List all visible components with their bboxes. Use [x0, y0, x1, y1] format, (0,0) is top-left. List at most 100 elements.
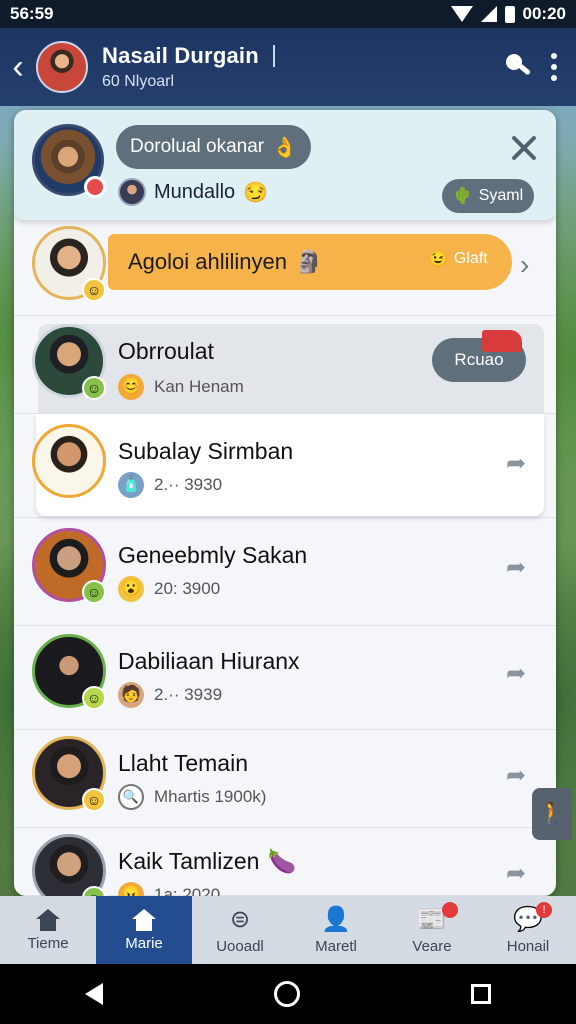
row-name: Llaht Temain — [118, 750, 248, 776]
cactus-icon: 🌵 — [452, 188, 473, 205]
status-time-right: 00:20 — [522, 4, 566, 23]
list-item[interactable]: ☺ Kaik Tamlizen 🍆 😠 1a: 2020 ➦ — [14, 828, 556, 896]
row-name: Geneebmly Sakan — [118, 542, 308, 568]
emoji-badge-icon: ☺ — [82, 376, 106, 400]
notification-bubble: Dorolual okanar 👌 — [116, 125, 312, 169]
list-item[interactable]: ☺ Llaht Temain 🔍 Mhartis 1900k) ➦ — [14, 730, 556, 828]
nav-item-active[interactable]: Marie — [96, 896, 192, 964]
list-item[interactable]: ☺ Obrroulat 😊 Kan Henam Rcuao — [14, 316, 556, 420]
notification-card[interactable]: Dorolual okanar 👌 Mundallo 😏 🌵 Syaml — [14, 110, 556, 220]
bottle-emoji-icon: 🧴 — [118, 472, 144, 498]
smirk-emoji-icon: 😏 — [243, 181, 269, 204]
share-arrow-icon[interactable]: ➦ — [506, 764, 532, 788]
notification-user: Mundallo 😏 — [118, 178, 268, 206]
signal-icon — [480, 6, 497, 22]
nav-label: Tieme — [27, 934, 69, 952]
bottom-nav: Tieme Marie ⊜ Uooadl 👤 Maretl 📰 Veare 💬 … — [0, 896, 576, 964]
list-item[interactable]: ☺ Dabiliaan Hiuranx 🧑 2.·· 3939 ➦ — [14, 626, 556, 730]
row-subtitle: 😊 Kan Henam — [118, 374, 244, 400]
recents-square-icon[interactable] — [470, 984, 491, 1004]
flag-icon — [482, 330, 522, 352]
search-icon[interactable] — [502, 52, 532, 82]
home-icon — [36, 908, 60, 931]
emoji-badge-icon: ☺ — [82, 788, 106, 812]
currency-icon: ⊜ — [229, 906, 251, 933]
chevron-left-icon: ‹ — [12, 47, 24, 86]
share-arrow-icon[interactable]: ➦ — [506, 556, 532, 580]
header-actions — [502, 52, 576, 82]
smile-emoji-icon: 😊 — [118, 374, 144, 400]
notification-bubble-text: Dorolual okanar — [130, 136, 265, 157]
header-title: Nasail Durgain — [102, 43, 259, 68]
walking-person-icon: 🚶 — [538, 801, 566, 826]
list-item[interactable]: ☺ Agoloi ahlilinyen 🗿 😉 Glaft › — [14, 220, 556, 316]
wink-emoji-icon: 😉 — [428, 251, 448, 268]
row-name: Subalay Sirmban — [118, 438, 294, 464]
share-arrow-icon[interactable]: ➦ — [506, 862, 532, 886]
row-subtitle: 🧑 2.·· 3939 — [118, 682, 222, 708]
app-header: ‹ Nasail Durgain 60 Nlyoarl — [0, 28, 576, 106]
row-name: Dabiliaan Hiuranx — [118, 648, 300, 674]
surprised-emoji-icon: 😮 — [118, 576, 144, 602]
notification-action-label: Syaml — [478, 187, 524, 204]
header-avatar[interactable] — [36, 41, 88, 93]
nav-item-profile[interactable]: 👤 Maretl — [288, 896, 384, 964]
person-emoji-icon: 🧑 — [118, 682, 144, 708]
row-subtitle-text: Mhartis 1900k) — [154, 787, 267, 806]
share-arrow-icon[interactable]: ➦ — [506, 662, 532, 686]
highlight-badge-text: Glaft — [453, 250, 488, 267]
battery-icon — [504, 5, 515, 23]
nav-item-news[interactable]: 📰 Veare — [384, 896, 480, 964]
home-icon — [132, 908, 156, 931]
nav-label: Uooadl — [216, 937, 264, 955]
chevron-right-icon[interactable]: › — [520, 250, 540, 280]
avatar — [32, 424, 106, 498]
chat-list-panel: Dorolual okanar 👌 Mundallo 😏 🌵 Syaml ☺ A… — [14, 110, 556, 896]
notification-action-button[interactable]: 🌵 Syaml — [442, 179, 534, 213]
row-subtitle: 🧴 2.·· 3930 — [118, 472, 222, 498]
home-circle-icon[interactable] — [273, 981, 300, 1007]
nav-item-home[interactable]: Tieme — [0, 896, 96, 964]
nav-label: Marie — [125, 934, 163, 952]
row-subtitle-text: 2.·· 3930 — [154, 475, 223, 494]
nav-label: Honail — [506, 937, 550, 955]
header-subtitle: 60 Nlyoarl — [102, 73, 175, 90]
share-arrow-icon[interactable]: ➦ — [506, 452, 532, 476]
row-name: Kaik Tamlizen — [118, 848, 260, 874]
emoji-badge-icon: ☺ — [82, 686, 106, 710]
nav-label: Veare — [412, 937, 452, 955]
row-name: Agoloi ahlilinyen — [128, 249, 287, 274]
notification-dot-icon — [442, 902, 458, 918]
wifi-icon — [450, 6, 473, 22]
eggplant-emoji-icon: 🍆 — [267, 848, 297, 874]
close-icon[interactable] — [508, 132, 540, 164]
row-subtitle: 😠 1a: 2020 — [118, 882, 220, 896]
magnifier-emoji-icon: 🔍 — [118, 784, 144, 810]
avatar-badge-icon — [84, 176, 106, 198]
row-subtitle-text: 20: 3900 — [154, 579, 221, 598]
back-triangle-icon[interactable] — [85, 983, 104, 1005]
list-item[interactable]: Subalay Sirmban 🧴 2.·· 3930 ➦ — [14, 414, 556, 518]
notification-user-name: Mundallo — [154, 180, 236, 203]
alert-badge-icon: ! — [536, 902, 552, 918]
nav-item-chat[interactable]: 💬 ! Honail — [480, 896, 576, 964]
nav-label: Maretl — [315, 937, 357, 955]
list-item[interactable]: ☺ Geneebmly Sakan 😮 20: 3900 ➦ — [14, 518, 556, 626]
more-vertical-icon[interactable] — [550, 53, 558, 81]
row-subtitle-text: 1a: 2020 — [154, 885, 221, 896]
person-icon: 👤 — [321, 906, 351, 933]
status-icons: 00:20 — [450, 4, 566, 24]
side-tab[interactable]: 🚶 — [532, 788, 572, 840]
mini-avatar — [118, 178, 146, 206]
highlight-badge: 😉 Glaft — [428, 249, 488, 269]
back-button[interactable]: ‹ — [0, 28, 36, 106]
status-time-left: 56:59 — [10, 4, 54, 23]
status-bar: 56:59 00:20 — [0, 0, 576, 28]
nav-item-currency[interactable]: ⊜ Uooadl — [192, 896, 288, 964]
row-subtitle: 🔍 Mhartis 1900k) — [118, 784, 266, 810]
hand-emoji-icon: 👌 — [272, 136, 298, 159]
row-name: Obrroulat — [118, 338, 214, 364]
emoji-badge-icon: ☺ — [82, 278, 106, 302]
row-card — [36, 414, 544, 516]
header-text: Nasail Durgain 60 Nlyoarl — [102, 43, 259, 91]
